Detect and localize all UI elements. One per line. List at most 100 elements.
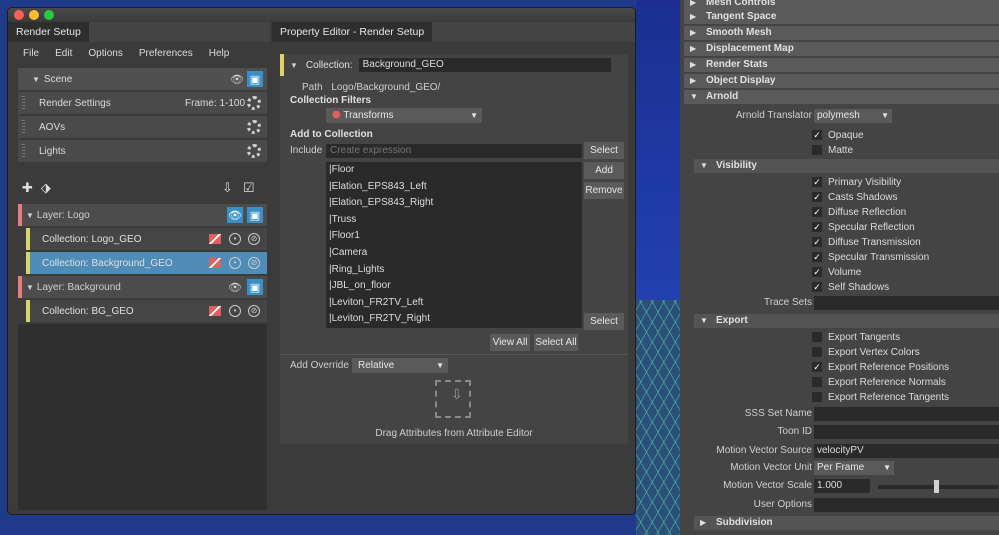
section-arnold[interactable]: ▼ Arnold (684, 90, 999, 104)
collection-row-logo-geo[interactable]: Collection: Logo_GEO • ⊘ (26, 228, 267, 250)
collection-members-list[interactable]: |Floor |Elation_EPS843_Left |Elation_EPS… (326, 162, 582, 328)
section-subdivision[interactable]: ▶ Subdivision (694, 516, 999, 530)
section-tangent-space[interactable]: ▶ Tangent Space (684, 10, 999, 24)
render-settings-row[interactable]: Render Settings Frame: 1-100 (18, 92, 267, 114)
remove-button[interactable]: Remove (584, 182, 624, 199)
diffuse-reflection-checkbox[interactable]: ✓ Diffuse Reflection (812, 205, 906, 219)
export-vertex-colors-checkbox[interactable]: Export Vertex Colors (812, 345, 920, 359)
scene-row[interactable]: ▼ Scene 👁 ▣ (18, 68, 267, 90)
list-item[interactable]: |Floor (326, 162, 582, 179)
list-item[interactable]: |Leviton_FR2TV_Left (326, 295, 582, 312)
create-collection-icon[interactable]: ⬗ (41, 180, 51, 196)
casts-shadows-checkbox[interactable]: ✓ Casts Shadows (812, 190, 897, 204)
expand-arrow-icon[interactable]: ▼ (32, 75, 40, 84)
section-render-stats[interactable]: ▶ Render Stats (684, 58, 999, 72)
menu-edit[interactable]: Edit (55, 48, 72, 59)
close-window-button[interactable] (14, 10, 24, 20)
accept-icon[interactable]: ☑ (243, 180, 255, 196)
collection-row-bg-geo[interactable]: Collection: BG_GEO • ⊘ (26, 300, 267, 322)
gear-icon[interactable] (247, 120, 261, 134)
include-expression-input[interactable] (326, 144, 582, 158)
export-reference-normals-checkbox[interactable]: Export Reference Normals (812, 375, 946, 389)
expand-arrow-icon[interactable]: ▼ (26, 211, 34, 220)
section-displacement-map[interactable]: ▶ Displacement Map (684, 42, 999, 56)
section-mesh-controls[interactable]: ▶ Mesh Controls (684, 0, 999, 10)
motion-vector-source-field[interactable]: velocityPV (814, 444, 999, 458)
disable-icon[interactable]: ⊘ (248, 257, 260, 269)
menu-help[interactable]: Help (209, 48, 230, 59)
disable-icon[interactable]: ⊘ (248, 305, 260, 317)
matte-checkbox[interactable]: Matte (812, 143, 853, 157)
gear-icon[interactable] (247, 96, 261, 110)
list-item[interactable]: |Ring_Lights (326, 262, 582, 279)
view-all-button[interactable]: View All (490, 334, 530, 351)
add-button[interactable]: Add (584, 162, 624, 179)
opaque-checkbox[interactable]: ✓ Opaque (812, 128, 864, 142)
drop-target-icon[interactable]: ⇩ (435, 380, 471, 418)
section-object-display[interactable]: ▶ Object Display (684, 74, 999, 88)
primary-visibility-checkbox[interactable]: ✓ Primary Visibility (812, 175, 901, 189)
motion-vector-scale-slider[interactable] (878, 480, 998, 493)
aovs-row[interactable]: AOVs (18, 116, 267, 138)
render-setup-tab[interactable]: Render Setup (8, 22, 270, 42)
eye-icon[interactable]: 👁 (227, 279, 243, 295)
isolate-icon[interactable]: • (229, 233, 241, 245)
render-visibility-icon[interactable]: ▣ (247, 71, 263, 87)
gear-icon[interactable] (247, 144, 261, 158)
volume-checkbox[interactable]: ✓ Volume (812, 265, 861, 279)
expand-arrow-icon[interactable]: ▼ (26, 283, 34, 292)
minimize-window-button[interactable] (29, 10, 39, 20)
collection-row-background-geo[interactable]: Collection: Background_GEO • ⊘ (26, 252, 267, 274)
drag-handle-icon[interactable] (22, 96, 25, 110)
collection-filter-dropdown[interactable]: ⬣ Transforms ▼ (326, 108, 482, 123)
collection-name-field[interactable] (358, 58, 611, 72)
list-item[interactable]: |Elation_EPS843_Left (326, 179, 582, 196)
diffuse-transmission-checkbox[interactable]: ✓ Diffuse Transmission (812, 235, 921, 249)
menu-preferences[interactable]: Preferences (139, 48, 193, 59)
layer-row-logo[interactable]: ▼ Layer: Logo 👁 ▣ (18, 204, 267, 226)
eye-icon[interactable]: 👁 (229, 71, 245, 87)
motion-vector-unit-dropdown[interactable]: Per Frame ▼ (814, 461, 894, 475)
export-tangents-checkbox[interactable]: Export Tangents (812, 330, 900, 344)
select-button[interactable]: Select (584, 142, 624, 159)
drag-handle-icon[interactable] (22, 144, 25, 158)
trace-sets-field[interactable] (814, 296, 999, 310)
isolate-icon[interactable]: • (229, 305, 241, 317)
list-item[interactable]: |Leviton_FR2TV_Right (326, 311, 582, 328)
list-item[interactable]: |Floor1 (326, 228, 582, 245)
list-item[interactable]: |JBL_on_floor (326, 278, 582, 295)
user-options-field[interactable] (814, 498, 999, 512)
disable-icon[interactable]: ⊘ (248, 233, 260, 245)
create-layer-icon[interactable]: ✚ (22, 180, 33, 196)
import-icon[interactable]: ⇩ (222, 180, 233, 196)
drag-handle-icon[interactable] (22, 120, 25, 134)
section-export[interactable]: ▼ Export (694, 314, 999, 328)
collapse-arrow-icon[interactable]: ▼ (290, 61, 298, 70)
motion-vector-scale-field[interactable]: 1.000 (814, 479, 870, 493)
menu-options[interactable]: Options (88, 48, 122, 59)
specular-transmission-checkbox[interactable]: ✓ Specular Transmission (812, 250, 929, 264)
specular-reflection-checkbox[interactable]: ✓ Specular Reflection (812, 220, 915, 234)
list-item[interactable]: |Elation_EPS843_Right (326, 195, 582, 212)
list-item[interactable]: |Truss (326, 212, 582, 229)
self-shadows-checkbox[interactable]: ✓ Self Shadows (812, 280, 889, 294)
menu-file[interactable]: File (23, 48, 39, 59)
eye-icon[interactable]: 👁 (227, 207, 243, 223)
layer-row-background[interactable]: ▼ Layer: Background 👁 ▣ (18, 276, 267, 298)
render-visibility-icon[interactable]: ▣ (247, 207, 263, 223)
lights-row[interactable]: Lights (18, 140, 267, 162)
section-smooth-mesh[interactable]: ▶ Smooth Mesh (684, 26, 999, 40)
section-visibility[interactable]: ▼ Visibility (694, 159, 999, 173)
list-item[interactable]: |Camera (326, 245, 582, 262)
sss-set-name-field[interactable] (814, 407, 999, 421)
select-all-button[interactable]: Select All (534, 334, 578, 351)
zoom-window-button[interactable] (44, 10, 54, 20)
export-reference-tangents-checkbox[interactable]: Export Reference Tangents (812, 390, 949, 404)
toon-id-field[interactable] (814, 425, 999, 439)
render-visibility-icon[interactable]: ▣ (247, 279, 263, 295)
isolate-icon[interactable]: • (229, 257, 241, 269)
slider-handle[interactable] (934, 480, 939, 493)
override-type-dropdown[interactable]: Relative ▼ (352, 358, 448, 373)
export-reference-positions-checkbox[interactable]: ✓ Export Reference Positions (812, 360, 949, 374)
select-members-button[interactable]: Select (584, 313, 624, 330)
